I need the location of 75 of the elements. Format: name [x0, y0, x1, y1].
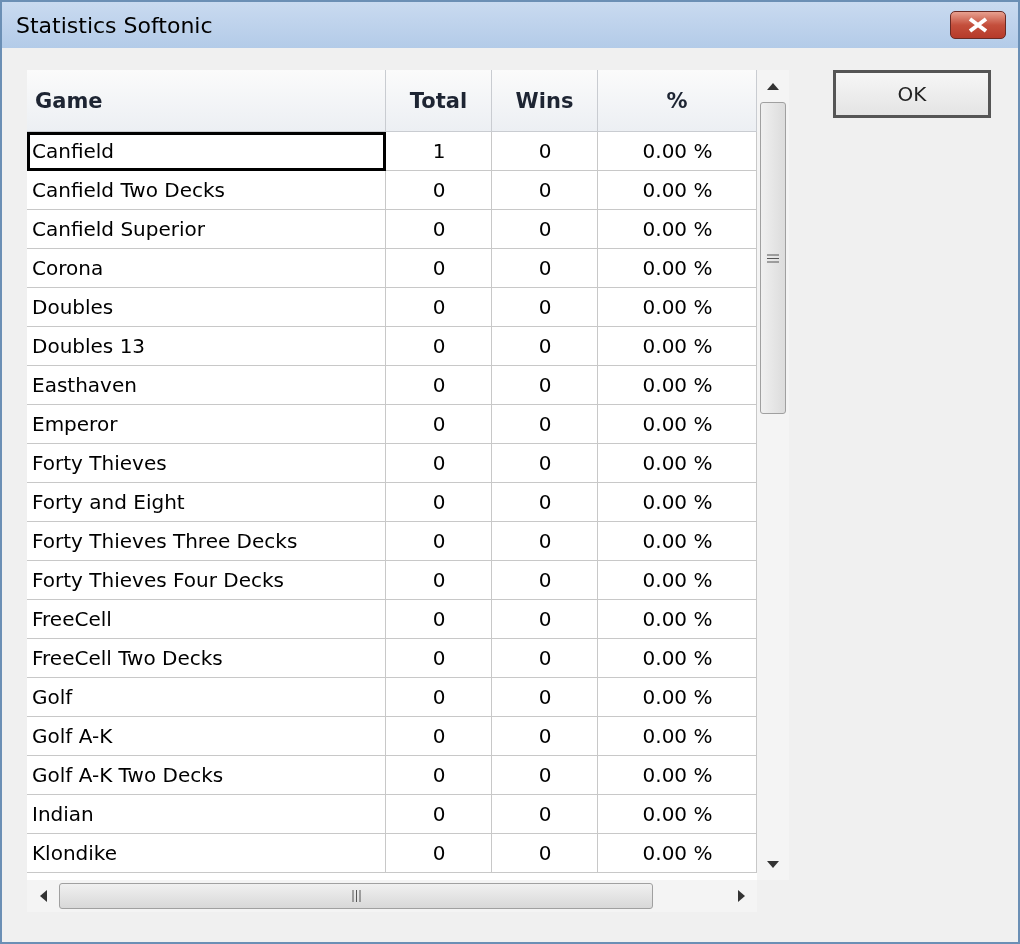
table-cell: 0	[386, 405, 492, 444]
table-cell: 0	[492, 210, 598, 249]
game-cell[interactable]: Easthaven	[27, 366, 386, 405]
table-cell: 0	[492, 132, 598, 171]
table-cell: 0	[386, 834, 492, 873]
grip-icon	[351, 890, 361, 902]
table-cell: 0	[492, 288, 598, 327]
right-arrow-icon[interactable]	[737, 890, 745, 902]
table-cell: 0	[492, 678, 598, 717]
game-cell[interactable]: Canfield Superior	[27, 210, 386, 249]
table-cell: 0	[386, 171, 492, 210]
down-arrow-icon[interactable]	[767, 860, 779, 868]
table-cell: 0	[386, 795, 492, 834]
table-cell: 0	[386, 678, 492, 717]
table-cell: 0	[492, 639, 598, 678]
column-header[interactable]: Wins	[492, 70, 598, 132]
table-cell: 0	[492, 366, 598, 405]
window-title: Statistics Softonic	[16, 12, 213, 38]
close-button[interactable]	[950, 11, 1006, 39]
up-arrow-icon[interactable]	[767, 82, 779, 90]
game-cell[interactable]: Golf A-K	[27, 717, 386, 756]
game-cell[interactable]: Forty Thieves Four Decks	[27, 561, 386, 600]
game-cell[interactable]: FreeCell Two Decks	[27, 639, 386, 678]
game-cell[interactable]: Canfield Two Decks	[27, 171, 386, 210]
table-cell: 0	[492, 600, 598, 639]
close-icon	[967, 17, 989, 33]
scroll-thumb[interactable]	[59, 883, 653, 909]
table-cell: 0	[386, 327, 492, 366]
table-cell: 0	[492, 171, 598, 210]
table-cell: 0	[492, 834, 598, 873]
column-header[interactable]: %	[598, 70, 757, 132]
game-cell[interactable]: Forty Thieves	[27, 444, 386, 483]
game-cell[interactable]: Indian	[27, 795, 386, 834]
game-cell[interactable]: Klondike	[27, 834, 386, 873]
table-cell: 0	[492, 756, 598, 795]
vertical-scrollbar[interactable]	[757, 70, 789, 880]
game-cell[interactable]: Forty and Eight	[27, 483, 386, 522]
ok-button[interactable]: OK	[833, 70, 991, 118]
table-cell: 0	[492, 717, 598, 756]
game-cell[interactable]: Emperor	[27, 405, 386, 444]
game-cell[interactable]: Golf A-K Two Decks	[27, 756, 386, 795]
table-cell: 0	[386, 210, 492, 249]
table-cell: 0	[492, 483, 598, 522]
column-header[interactable]: Game	[27, 70, 386, 132]
table-cell: 0	[492, 522, 598, 561]
table-cell: 0	[386, 288, 492, 327]
table-cell: 0	[492, 405, 598, 444]
grip-icon	[767, 253, 779, 263]
table-cell: 0	[492, 327, 598, 366]
table-cell: 0	[386, 249, 492, 288]
horizontal-scrollbar[interactable]	[27, 880, 757, 912]
table-cell: 1	[386, 132, 492, 171]
game-cell[interactable]: Corona	[27, 249, 386, 288]
game-cell[interactable]: Forty Thieves Three Decks	[27, 522, 386, 561]
table-cell: 0	[492, 249, 598, 288]
table-cell: 0	[386, 561, 492, 600]
table-cell: 0	[386, 717, 492, 756]
scroll-thumb[interactable]	[760, 102, 786, 414]
game-cell[interactable]: FreeCell	[27, 600, 386, 639]
table-cell: 0	[492, 795, 598, 834]
table-cell: 0	[386, 756, 492, 795]
table-cell: 0	[386, 522, 492, 561]
table-cell: 0	[386, 444, 492, 483]
table-cell: 0	[386, 639, 492, 678]
table-cell: 0	[386, 366, 492, 405]
table-cell: 0	[386, 600, 492, 639]
left-arrow-icon[interactable]	[39, 890, 47, 902]
game-cell[interactable]: Golf	[27, 678, 386, 717]
game-cell[interactable]: Canfield	[27, 132, 386, 171]
game-cell[interactable]: Doubles	[27, 288, 386, 327]
table-cell: 0	[386, 483, 492, 522]
column-header[interactable]: Total	[386, 70, 492, 132]
game-cell[interactable]: Doubles 13	[27, 327, 386, 366]
table-cell: 0	[492, 444, 598, 483]
table-cell: 0	[492, 561, 598, 600]
